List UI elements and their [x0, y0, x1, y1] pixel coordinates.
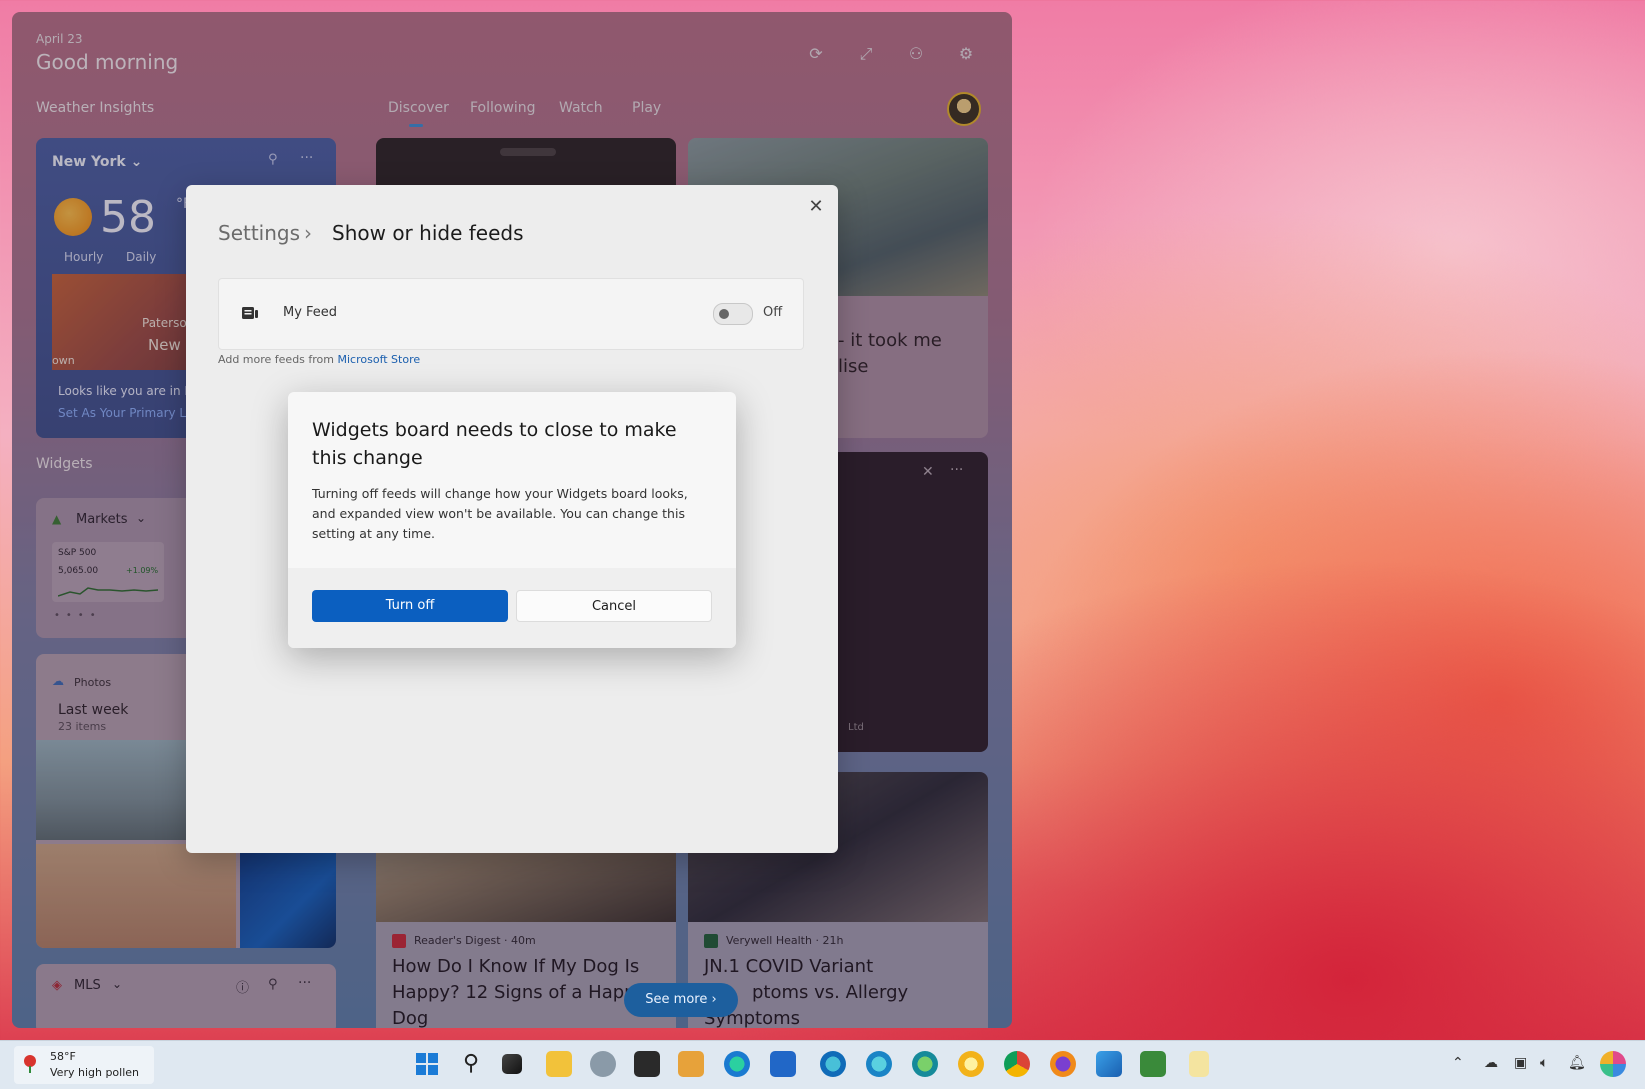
chrome-canary-icon[interactable] [958, 1051, 984, 1077]
firefox-icon[interactable] [1050, 1051, 1076, 1077]
add-more-feeds-text: Add more feeds from Microsoft Store [218, 353, 421, 366]
edge-icon[interactable] [724, 1051, 750, 1077]
task-view-icon[interactable] [502, 1054, 522, 1074]
file-explorer-icon[interactable] [546, 1051, 572, 1077]
network-icon[interactable]: ▣ [1514, 1055, 1527, 1071]
notepad-icon[interactable] [1189, 1051, 1209, 1077]
turn-off-button[interactable]: Turn off [312, 590, 508, 622]
taskbar-weather[interactable]: 58°F Very high pollen [14, 1046, 154, 1084]
snipping-tool-icon[interactable] [678, 1051, 704, 1077]
feed-row-my-feed: My Feed Off [218, 278, 804, 350]
feed-icon [242, 307, 258, 319]
onedrive-icon[interactable]: ☁ [1484, 1055, 1498, 1071]
start-icon[interactable] [414, 1051, 440, 1077]
breadcrumb-settings[interactable]: Settings [218, 221, 300, 245]
volume-icon[interactable]: 🔈︎ [1540, 1055, 1548, 1071]
see-more-label: See more [645, 992, 708, 1007]
copilot-icon[interactable] [1600, 1051, 1626, 1077]
taskbar-weather-desc: Very high pollen [50, 1066, 140, 1079]
see-more-button[interactable]: See more › [624, 983, 738, 1017]
store-icon[interactable] [770, 1051, 796, 1077]
toggle-knob [719, 309, 729, 319]
taskbar-temperature: 58°F [50, 1050, 76, 1063]
edge-beta-icon[interactable] [866, 1051, 892, 1077]
search-icon[interactable]: ⚲ [458, 1051, 484, 1077]
chevron-up-icon[interactable]: ⌃ [1452, 1055, 1464, 1071]
close-icon[interactable]: ✕ [804, 195, 828, 219]
app-icon[interactable] [1140, 1051, 1166, 1077]
photos-app-icon[interactable] [1096, 1051, 1122, 1077]
pollen-icon [22, 1054, 38, 1074]
bell-icon[interactable]: 🔔︎ [1568, 1055, 1586, 1071]
settings-app-icon[interactable] [590, 1051, 616, 1077]
breadcrumb-separator: › [304, 221, 312, 245]
my-feed-toggle[interactable] [713, 303, 753, 325]
cancel-button[interactable]: Cancel [516, 590, 712, 622]
edge-canary-icon[interactable] [820, 1051, 846, 1077]
dialog-body: Turning off feeds will change how your W… [312, 486, 688, 541]
confirm-dialog: Widgets board needs to close to make thi… [288, 392, 736, 648]
dialog-title: Widgets board needs to close to make thi… [312, 419, 677, 469]
page-title: Show or hide feeds [332, 221, 524, 245]
terminal-icon[interactable] [634, 1051, 660, 1077]
feed-name: My Feed [283, 305, 338, 320]
microsoft-store-link[interactable]: Microsoft Store [338, 353, 421, 366]
taskbar: 58°F Very high pollen ⚲ ⌃ ☁ ▣ 🔈︎ 🔔︎ [0, 1040, 1645, 1089]
chrome-icon[interactable] [1004, 1051, 1030, 1077]
edge-dev-icon[interactable] [912, 1051, 938, 1077]
toggle-state-label: Off [763, 305, 783, 320]
